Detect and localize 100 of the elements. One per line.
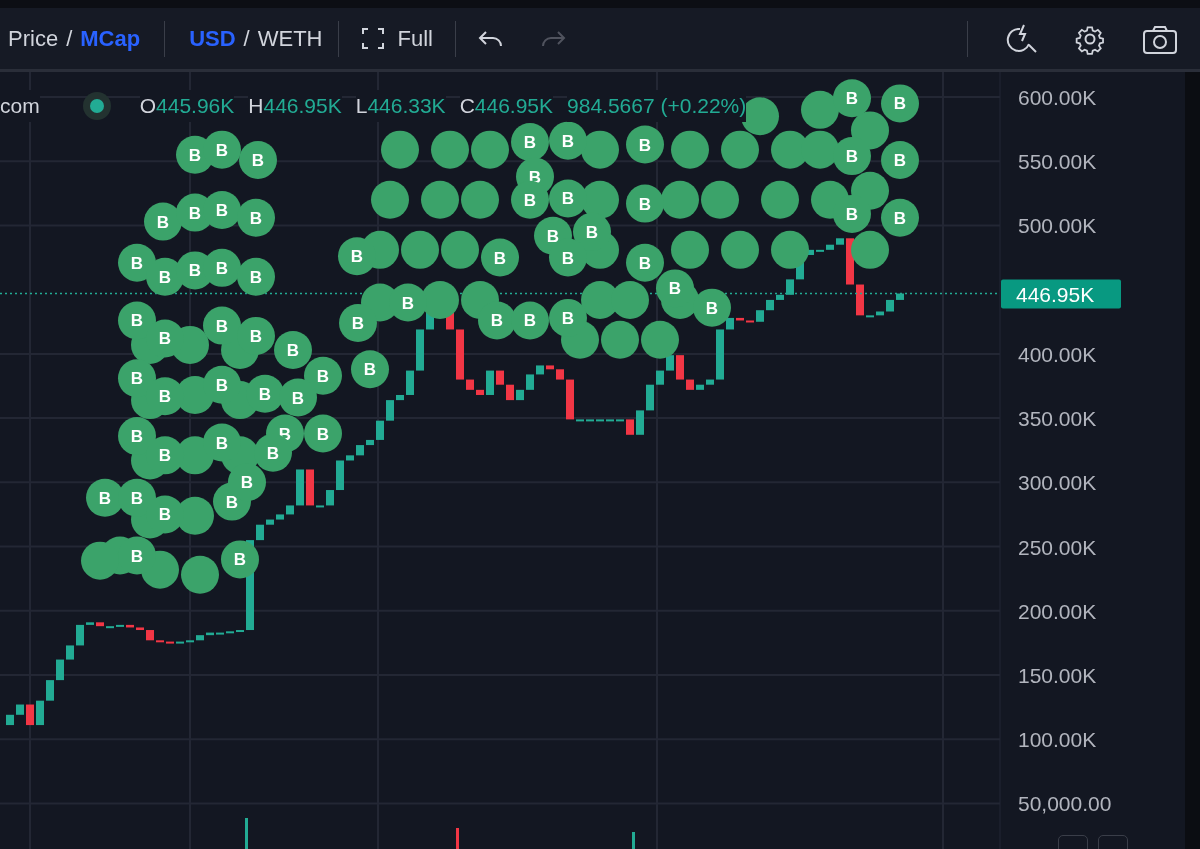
axis-label: 300.00K [1018, 471, 1097, 495]
candle [116, 624, 124, 627]
buy-marker: B [833, 137, 871, 176]
separator-text: / [66, 25, 73, 53]
ohlc-value: 445.96K [156, 90, 235, 122]
buy-marker [851, 230, 889, 269]
buy-marker [401, 230, 439, 269]
ohlc-value: 446.33K [367, 90, 446, 122]
buy-marker: B [339, 304, 377, 343]
buy-marker: B [304, 414, 342, 453]
buy-marker [721, 230, 759, 269]
axis-label: 50,000.00 [1018, 792, 1112, 816]
candle [496, 370, 504, 385]
buy-marker: B [881, 140, 919, 179]
candle [126, 624, 134, 628]
candle [6, 714, 14, 726]
candle [476, 389, 484, 395]
candle [686, 379, 694, 390]
toggle-option[interactable]: USD [189, 22, 236, 55]
candle [206, 632, 214, 636]
buy-marker [581, 130, 619, 169]
axis-label: 250.00K [1018, 535, 1097, 559]
toggle-option[interactable]: WETH [257, 22, 323, 55]
buy-marker: B [626, 184, 664, 223]
candle [866, 315, 874, 318]
candle [226, 631, 234, 634]
buy-marker [601, 320, 639, 359]
fullscreen-button[interactable]: Full [355, 18, 439, 59]
candle [396, 395, 404, 401]
buy-marker [181, 555, 219, 594]
candle [566, 379, 574, 420]
symbol-name: com [0, 90, 40, 122]
change-value: 984.5667 (+0.22%) [567, 90, 747, 122]
buy-marker: B [881, 84, 919, 123]
candle [616, 419, 624, 422]
buy-marker: B [279, 378, 317, 417]
lightning-search-icon [1006, 22, 1038, 55]
candle [326, 490, 334, 506]
candle [316, 505, 324, 508]
candle [106, 626, 114, 629]
buy-marker: B [549, 179, 587, 218]
candle [486, 370, 494, 395]
candle [86, 622, 94, 625]
candle [346, 455, 354, 461]
candle [266, 519, 274, 525]
candle [626, 419, 634, 435]
candle [376, 420, 384, 440]
candle [136, 627, 144, 631]
candle [896, 293, 904, 300]
candle [386, 400, 394, 421]
candle [26, 704, 34, 726]
buy-marker: B [511, 301, 549, 340]
buy-marker [761, 180, 799, 219]
fullscreen-icon [361, 26, 386, 51]
buy-marker: B [246, 374, 284, 413]
toggle-option[interactable]: MCap [80, 22, 141, 55]
candle [236, 630, 244, 633]
candle [576, 419, 584, 422]
candle [886, 299, 894, 312]
candle [276, 514, 284, 520]
candle [306, 469, 314, 506]
axis-label: 350.00K [1018, 407, 1097, 431]
buy-marker: B [221, 540, 259, 579]
buy-marker: B [237, 316, 275, 355]
axis-label: 400.00K [1018, 342, 1097, 366]
candle [166, 641, 174, 644]
candle [746, 320, 754, 323]
candle [716, 329, 724, 380]
buy-marker [431, 130, 469, 169]
buy-marker: B [549, 121, 587, 160]
buy-marker [471, 130, 509, 169]
toggle-option[interactable]: Price [8, 22, 59, 55]
axis-label: 150.00K [1018, 664, 1097, 687]
buy-marker: B [237, 257, 275, 296]
buy-marker: B [338, 237, 376, 276]
candle [526, 374, 534, 390]
candle [216, 632, 224, 635]
buy-marker [371, 180, 409, 219]
candle [786, 279, 794, 295]
candle [156, 640, 164, 643]
buy-marker: B [478, 301, 516, 340]
candle [186, 640, 194, 643]
candle [766, 299, 774, 311]
candle [46, 680, 54, 701]
buy-marker [441, 230, 479, 269]
candle [856, 284, 864, 316]
buy-marker: B [237, 198, 275, 237]
buy-marker: B [833, 79, 871, 118]
candle [296, 469, 304, 506]
candle [596, 419, 604, 422]
buy-marker: B [881, 198, 919, 237]
buy-marker [801, 90, 839, 129]
candle [636, 410, 644, 435]
candle [406, 370, 414, 395]
candle [336, 460, 344, 491]
axis-label: 600.00K [1018, 86, 1097, 109]
candle [36, 700, 44, 726]
axis-label: 550.00K [1018, 150, 1097, 174]
candle [776, 294, 784, 300]
candle [826, 244, 834, 250]
